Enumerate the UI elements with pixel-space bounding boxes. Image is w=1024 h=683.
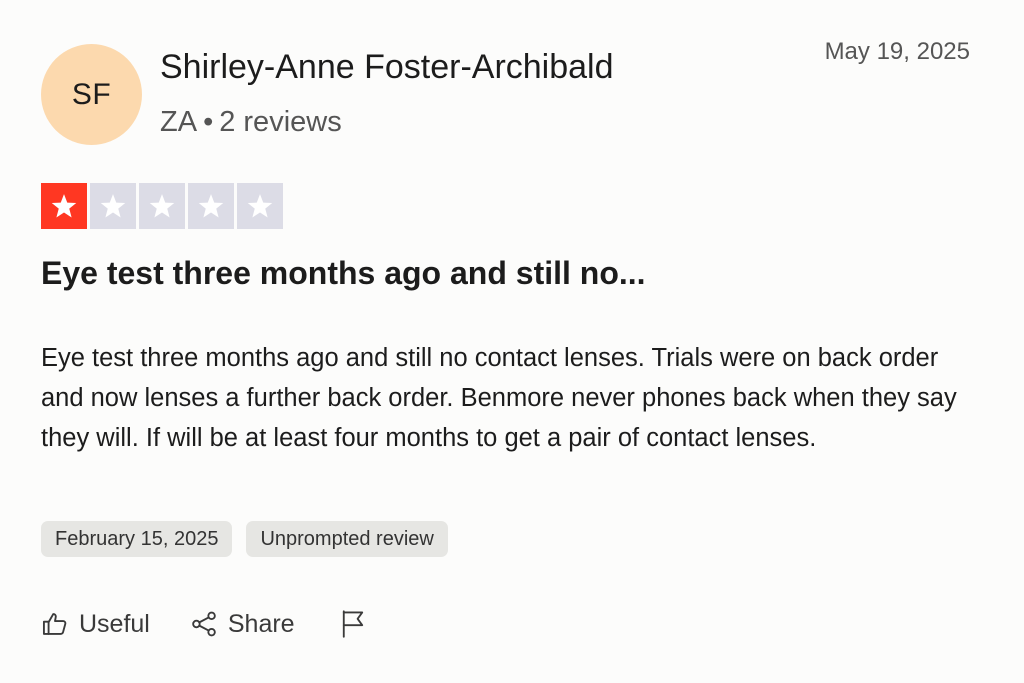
report-button[interactable] xyxy=(339,609,367,639)
star-icon xyxy=(149,194,175,218)
review-posted-date: May 19, 2025 xyxy=(824,38,970,65)
reviewer-name[interactable]: Shirley-Anne Foster-Archibald xyxy=(160,48,614,87)
review-tags: February 15, 2025 Unprompted review xyxy=(41,521,448,557)
share-icon xyxy=(190,610,218,638)
meta-separator: • xyxy=(203,106,214,138)
avatar[interactable]: SF xyxy=(41,44,142,145)
review-body: Eye test three months ago and still no c… xyxy=(41,344,957,452)
star-icon xyxy=(247,194,273,218)
star-icon xyxy=(51,194,77,218)
reviewer-review-count[interactable]: 2 reviews xyxy=(219,106,342,138)
star-icon xyxy=(100,194,126,218)
share-button[interactable]: Share xyxy=(190,610,295,639)
star-empty xyxy=(139,183,185,229)
share-label: Share xyxy=(227,609,295,638)
star-rating xyxy=(41,183,283,229)
review-actions: Useful Share xyxy=(41,609,367,639)
star-icon xyxy=(198,194,224,218)
review-source-tag: Unprompted review xyxy=(246,521,448,557)
thumbs-up-icon xyxy=(41,610,69,638)
star-empty xyxy=(237,183,283,229)
flag-icon xyxy=(339,609,367,639)
review-title[interactable]: Eye test three months ago and still no..… xyxy=(41,255,646,292)
star-empty xyxy=(188,183,234,229)
reviewer-country: ZA xyxy=(160,106,198,138)
experience-date-tag: February 15, 2025 xyxy=(41,521,233,557)
star-empty xyxy=(90,183,136,229)
avatar-initials: SF xyxy=(71,77,112,111)
reviewer-meta: ZA • 2 reviews xyxy=(160,106,342,139)
useful-label: Useful xyxy=(79,609,150,638)
useful-button[interactable]: Useful xyxy=(41,610,150,639)
star-filled xyxy=(41,183,87,229)
